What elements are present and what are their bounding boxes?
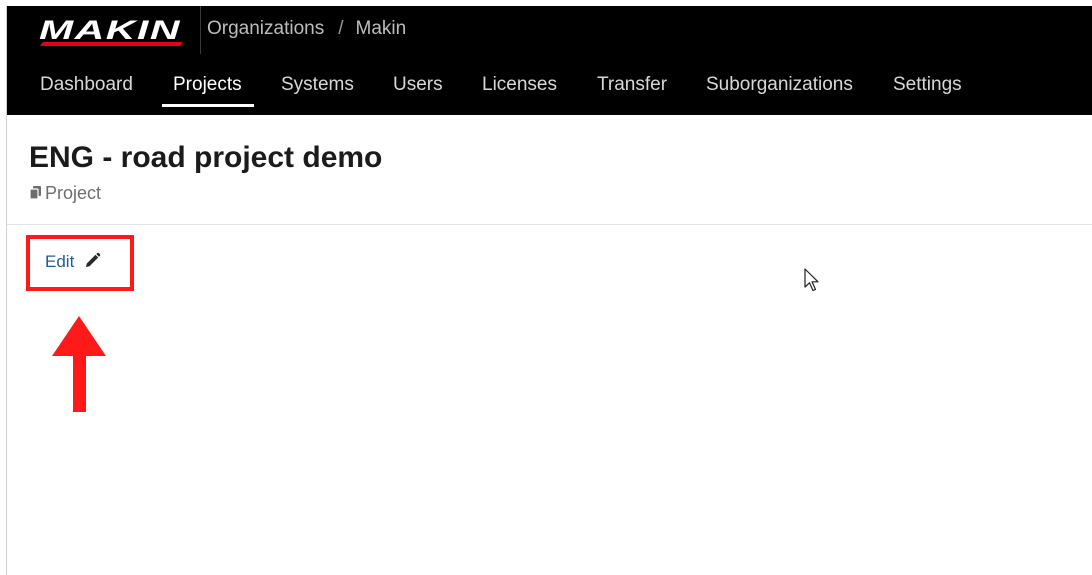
breadcrumb-current[interactable]: Makin bbox=[356, 18, 407, 39]
active-tab-indicator bbox=[162, 104, 254, 107]
main-nav: Dashboard Projects Systems Users License… bbox=[7, 60, 1092, 108]
nav-settings[interactable]: Settings bbox=[893, 74, 962, 96]
breadcrumb-organizations[interactable]: Organizations bbox=[207, 18, 324, 39]
top-header: MAKIN Organizations / Makin Dashboard Proj… bbox=[7, 6, 1092, 115]
edit-label: Edit bbox=[45, 252, 75, 271]
brand-row: MAKIN Organizations / Makin bbox=[7, 6, 1092, 54]
app-window: MAKIN Organizations / Makin Dashboard Proj… bbox=[6, 6, 1092, 575]
makin-logo[interactable]: MAKIN bbox=[37, 17, 185, 47]
nav-suborganizations[interactable]: Suborganizations bbox=[706, 74, 853, 96]
logo-text: MAKIN bbox=[39, 17, 181, 45]
edit-button[interactable]: Edit bbox=[45, 252, 101, 272]
copy-icon bbox=[29, 186, 41, 200]
breadcrumb: Organizations / Makin bbox=[207, 18, 406, 40]
divider bbox=[7, 224, 1092, 225]
page-type: Project bbox=[29, 183, 101, 204]
red-arrow-icon bbox=[52, 316, 106, 412]
nav-projects[interactable]: Projects bbox=[173, 74, 242, 96]
pencil-icon bbox=[86, 252, 101, 267]
nav-dashboard[interactable]: Dashboard bbox=[40, 74, 133, 96]
nav-transfer[interactable]: Transfer bbox=[597, 74, 667, 96]
header-divider bbox=[200, 6, 201, 54]
breadcrumb-separator: / bbox=[338, 18, 344, 39]
page-title: ENG - road project demo bbox=[29, 141, 383, 174]
page-type-label: Project bbox=[45, 183, 102, 203]
nav-users[interactable]: Users bbox=[393, 74, 443, 96]
mouse-cursor-icon bbox=[804, 268, 819, 292]
logo-underline bbox=[40, 42, 183, 46]
nav-systems[interactable]: Systems bbox=[281, 74, 354, 96]
nav-licenses[interactable]: Licenses bbox=[482, 74, 557, 96]
